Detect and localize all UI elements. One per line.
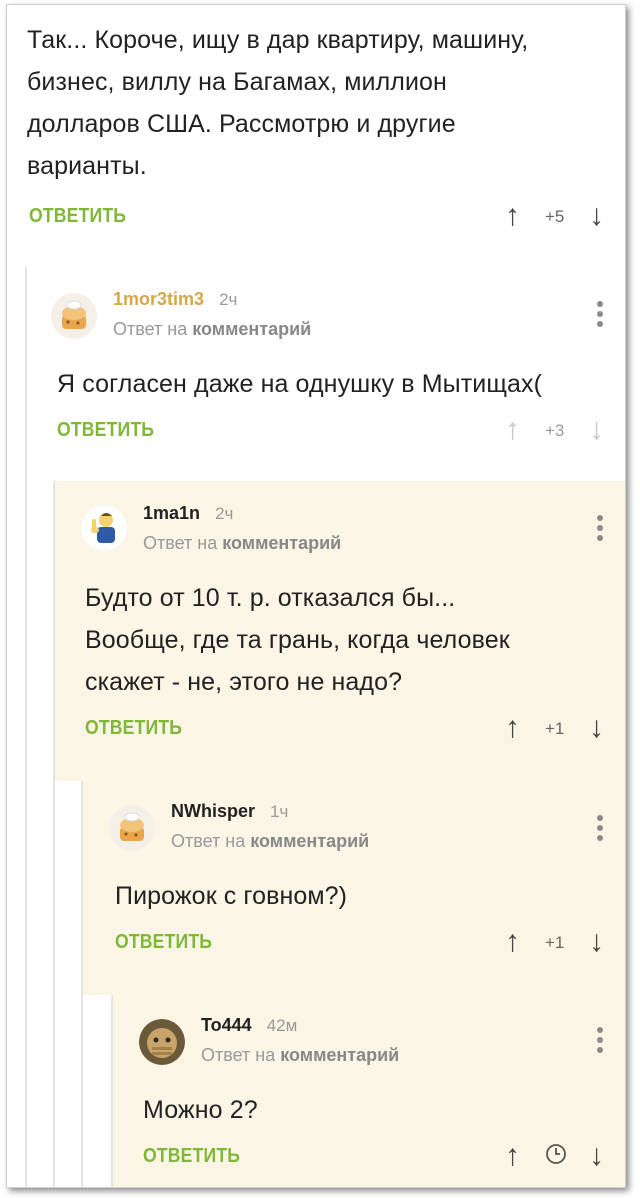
reply-button[interactable]: ОТВЕТИТЬ [115,931,212,954]
reply-button[interactable]: ОТВЕТИТЬ [85,717,182,740]
downvote-icon[interactable]: ↓ [589,1141,604,1171]
username[interactable]: NWhisper 1ч [171,801,288,822]
reply-to-line: Ответ на комментарий [113,319,311,340]
reply-to-link[interactable]: комментарий [192,319,311,339]
reply-to-prefix: Ответ на [113,319,188,339]
reply-to-link[interactable]: комментарий [280,1045,399,1065]
reply-to-prefix: Ответ на [201,1045,276,1065]
username-text[interactable]: NWhisper [171,801,255,821]
root-text-line: бизнес, виллу на Багамах, миллион [27,68,447,96]
more-vertical-icon[interactable] [597,1027,605,1057]
upvote-icon[interactable]: ↑ [505,1141,520,1171]
root-score: +5 [545,207,565,226]
root-text-line: варианты. [27,152,147,180]
timestamp: 42м [266,1016,298,1035]
user-avatar-icon [109,805,155,851]
avatar[interactable] [51,293,97,339]
thread-line [111,995,113,1187]
clock-icon [545,1143,567,1170]
upvote-icon[interactable]: ↑ [505,201,520,231]
more-vertical-icon[interactable] [597,515,605,545]
username[interactable]: To444 42м [201,1015,297,1036]
avatar[interactable] [109,805,155,851]
reply-to-line: Ответ на комментарий [143,533,341,554]
downvote-icon[interactable]: ↓ [589,201,604,231]
avatar[interactable] [139,1019,185,1065]
comment-text: Будто от 10 т. р. отказался бы... Вообще… [85,577,510,703]
more-vertical-icon[interactable] [597,815,605,845]
root-comment-text: Так... Короче, ищу в дар квартиру, машин… [27,19,528,187]
comments-panel: Так... Короче, ищу в дар квартиру, машин… [6,4,626,1188]
reply-to-line: Ответ на комментарий [171,831,369,852]
root-text-line: долларов США. Рассмотрю и другие [27,110,456,138]
username[interactable]: 1ma1n 2ч [143,503,233,524]
comment-score: +1 [545,933,565,952]
comment-text-line: скажет - не, этого не надо? [85,668,403,696]
reply-to-line: Ответ на комментарий [201,1045,399,1066]
user-avatar-icon [81,505,127,551]
root-reply-button[interactable]: ОТВЕТИТЬ [29,205,126,228]
reply-to-link[interactable]: комментарий [250,831,369,851]
downvote-icon[interactable]: ↓ [589,415,604,445]
user-avatar-icon [51,293,97,339]
comment-text: Можно 2? [143,1096,258,1124]
comment-score: +3 [545,421,565,440]
upvote-icon[interactable]: ↑ [505,415,520,445]
timestamp: 2ч [215,504,234,523]
reply-button[interactable]: ОТВЕТИТЬ [57,419,154,442]
comment-text-line: Будто от 10 т. р. отказался бы... [85,584,456,612]
reply-to-prefix: Ответ на [171,831,246,851]
more-vertical-icon[interactable] [597,301,605,331]
reply-to-prefix: Ответ на [143,533,218,553]
comment-text: Я согласен даже на однушку в Мытищах( [57,370,543,398]
comment-score: +1 [545,719,565,738]
user-avatar-icon [139,1019,185,1065]
username[interactable]: 1mor3tim3 2ч [113,289,237,310]
username-text[interactable]: 1mor3tim3 [113,289,204,309]
username-text[interactable]: To444 [201,1015,252,1035]
comment-text: Пирожок с говном?) [115,882,348,910]
thread-line [25,267,27,1187]
reply-button[interactable]: ОТВЕТИТЬ [143,1145,240,1168]
comment-text-line: Вообще, где та грань, когда человек [85,626,510,654]
reply-to-link[interactable]: комментарий [222,533,341,553]
avatar[interactable] [81,505,127,551]
downvote-icon[interactable]: ↓ [589,713,604,743]
upvote-icon[interactable]: ↑ [505,713,520,743]
thread-gap [55,781,81,1187]
upvote-icon[interactable]: ↑ [505,927,520,957]
timestamp: 1ч [270,802,289,821]
root-text-line: Так... Короче, ищу в дар квартиру, машин… [27,26,529,54]
thread-gap [83,995,111,1187]
timestamp: 2ч [219,290,238,309]
username-text[interactable]: 1ma1n [143,503,200,523]
downvote-icon[interactable]: ↓ [589,927,604,957]
